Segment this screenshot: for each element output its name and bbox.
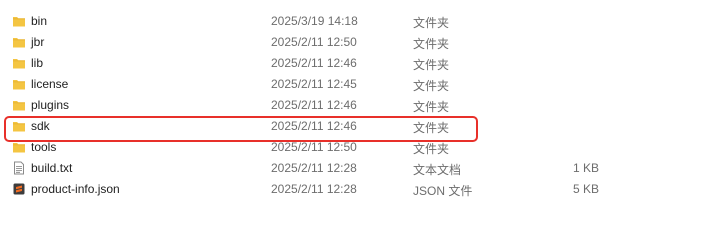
file-type: 文本文档: [413, 163, 462, 177]
file-row-bin[interactable]: bin 2025/3/19 14:18 文件夹: [0, 11, 711, 32]
json-file-icon: [12, 182, 26, 196]
folder-icon: [12, 56, 26, 70]
file-name: lib: [31, 56, 44, 70]
file-date: 2025/2/11 12:50: [271, 140, 357, 154]
file-type: 文件夹: [413, 121, 450, 135]
file-name: build.txt: [31, 161, 73, 175]
folder-icon: [12, 35, 26, 49]
file-row-tools[interactable]: tools 2025/2/11 12:50 文件夹: [0, 137, 711, 158]
folder-icon: [12, 140, 26, 154]
file-row-jbr[interactable]: jbr 2025/2/11 12:50 文件夹: [0, 32, 711, 53]
file-list: bin 2025/3/19 14:18 文件夹 jbr 2025/2/11 12…: [0, 11, 711, 200]
file-date: 2025/2/11 12:28: [271, 161, 357, 175]
file-date: 2025/3/19 14:18: [271, 14, 358, 28]
file-date: 2025/2/11 12:50: [271, 35, 357, 49]
file-row-license[interactable]: license 2025/2/11 12:45 文件夹: [0, 74, 711, 95]
file-type: 文件夹: [413, 142, 450, 156]
file-row-lib[interactable]: lib 2025/2/11 12:46 文件夹: [0, 53, 711, 74]
file-size: 1 KB: [572, 161, 599, 175]
file-name: tools: [31, 140, 57, 154]
file-type: 文件夹: [413, 79, 450, 93]
file-date: 2025/2/11 12:45: [271, 77, 357, 91]
file-name: product-info.json: [31, 182, 120, 196]
file-date: 2025/2/11 12:46: [271, 56, 357, 70]
file-type: 文件夹: [413, 16, 450, 30]
file-date: 2025/2/11 12:28: [271, 182, 357, 196]
file-size: 5 KB: [572, 182, 599, 196]
file-type: 文件夹: [413, 58, 450, 72]
folder-icon: [12, 119, 26, 133]
file-row-plugins[interactable]: plugins 2025/2/11 12:46 文件夹: [0, 95, 711, 116]
folder-icon: [12, 14, 26, 28]
file-name: sdk: [31, 119, 50, 133]
file-name: bin: [31, 14, 48, 28]
file-date: 2025/2/11 12:46: [271, 98, 357, 112]
file-row-sdk[interactable]: sdk 2025/2/11 12:46 文件夹: [0, 116, 711, 137]
folder-icon: [12, 98, 26, 112]
file-type: JSON 文件: [413, 184, 473, 198]
file-type: 文件夹: [413, 37, 450, 51]
file-date: 2025/2/11 12:46: [271, 119, 357, 133]
file-type: 文件夹: [413, 100, 450, 114]
file-row-build-txt[interactable]: build.txt 2025/2/11 12:28 文本文档 1 KB: [0, 158, 711, 179]
file-name: jbr: [31, 35, 45, 49]
file-name: plugins: [31, 98, 70, 112]
folder-icon: [12, 77, 26, 91]
file-row-product-info-json[interactable]: product-info.json 2025/2/11 12:28 JSON 文…: [0, 179, 711, 200]
text-file-icon: [12, 161, 26, 175]
file-name: license: [31, 77, 69, 91]
